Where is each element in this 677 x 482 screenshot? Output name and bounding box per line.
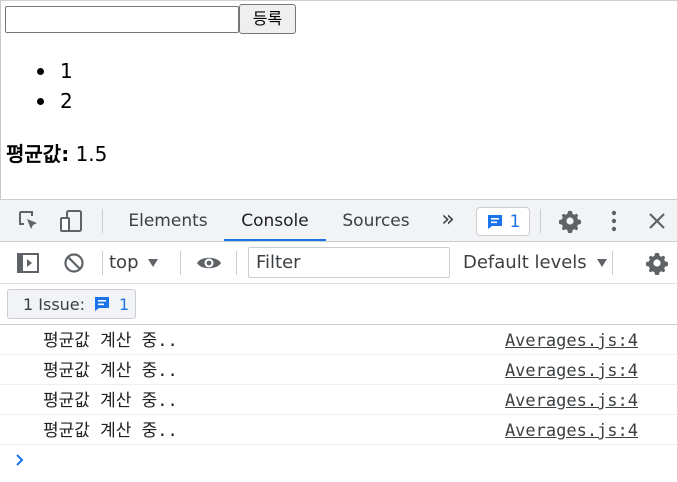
console-log-row: 평균값 계산 중.. Averages.js:4	[0, 325, 677, 355]
log-message: 평균값 계산 중..	[43, 391, 178, 411]
tab-console[interactable]: Console	[224, 200, 326, 241]
tab-elements[interactable]: Elements	[118, 200, 218, 241]
toolbar-divider	[102, 251, 103, 275]
log-source-link[interactable]: Averages.js:4	[505, 355, 638, 387]
list-item: 2	[1, 86, 73, 116]
page-content: 등록 1 2 평균값: 1.5	[0, 0, 677, 199]
toolbar-divider	[180, 251, 181, 275]
number-list: 1 2	[1, 56, 73, 116]
messages-count: 1	[509, 211, 521, 232]
issues-bar: 1 Issue: 1	[0, 284, 677, 325]
log-message: 평균값 계산 중..	[43, 421, 178, 441]
toolbar-divider	[102, 209, 103, 233]
chevron-down-icon	[147, 258, 159, 268]
console-prompt[interactable]	[0, 445, 677, 477]
sidebar-toggle-icon[interactable]	[14, 250, 42, 276]
issues-label: 1 Issue:	[23, 294, 86, 314]
devtools-panel: Elements Console Sources » 1 top Default…	[0, 199, 677, 482]
context-label: top	[109, 252, 139, 273]
log-source-link[interactable]: Averages.js:4	[505, 325, 638, 357]
toolbar-divider	[540, 209, 541, 233]
close-icon[interactable]	[643, 207, 671, 235]
log-message: 평균값 계산 중..	[43, 361, 178, 381]
log-source-link[interactable]: Averages.js:4	[505, 385, 638, 417]
message-icon	[486, 213, 504, 231]
console-settings-gear-icon[interactable]	[643, 250, 671, 276]
number-input[interactable]	[5, 6, 239, 33]
console-log-row: 평균값 계산 중.. Averages.js:4	[0, 355, 677, 385]
kebab-menu-icon[interactable]	[600, 207, 628, 235]
average-value: 1.5	[75, 142, 108, 166]
devtools-tabbar: Elements Console Sources » 1	[0, 200, 677, 242]
average-label: 평균값:	[6, 142, 70, 166]
toolbar-divider	[612, 251, 613, 275]
context-selector[interactable]: top	[109, 242, 159, 284]
chevron-down-icon	[596, 258, 608, 268]
issues-button[interactable]: 1 Issue: 1	[7, 289, 136, 319]
log-levels-label: Default levels	[463, 252, 587, 273]
console-filter-input[interactable]	[248, 247, 450, 278]
device-toolbar-icon[interactable]	[56, 207, 86, 235]
log-source-link[interactable]: Averages.js:4	[505, 415, 638, 447]
more-tabs-button[interactable]: »	[434, 200, 462, 241]
gear-icon[interactable]	[556, 207, 584, 235]
console-log-row: 평균값 계산 중.. Averages.js:4	[0, 385, 677, 415]
messages-badge[interactable]: 1	[476, 207, 530, 236]
register-button[interactable]: 등록	[239, 4, 296, 34]
log-levels-dropdown[interactable]: Default levels	[463, 242, 608, 284]
log-message: 평균값 계산 중..	[43, 331, 178, 351]
tab-sources[interactable]: Sources	[332, 200, 420, 241]
list-item: 1	[1, 56, 73, 86]
chevron-right-icon	[15, 453, 25, 467]
message-icon	[93, 295, 111, 313]
clear-console-icon[interactable]	[60, 250, 88, 276]
console-log-row: 평균값 계산 중.. Averages.js:4	[0, 415, 677, 445]
page-top-border	[1, 0, 677, 1]
issues-count: 1	[119, 294, 130, 314]
live-expression-icon[interactable]	[194, 250, 224, 276]
average-display: 평균값: 1.5	[6, 139, 107, 169]
console-messages: 평균값 계산 중.. Averages.js:4 평균값 계산 중.. Aver…	[0, 325, 677, 477]
inspect-element-icon[interactable]	[14, 207, 44, 235]
toolbar-divider	[236, 251, 237, 275]
